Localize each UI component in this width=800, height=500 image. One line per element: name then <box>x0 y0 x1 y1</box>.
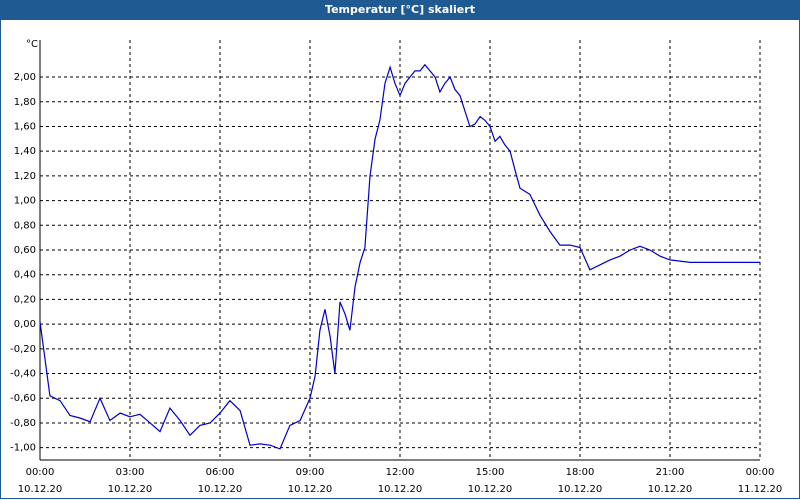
y-tick-label: -0,40 <box>10 369 36 380</box>
temperature-chart: -1,00 -0,80 -0,60 -0,40 -0,20 0,00 0,20 0,40 0,6… <box>10 39 783 495</box>
x-tick-date: 10.12.20 <box>108 484 153 495</box>
y-tick-label: 0,20 <box>14 294 36 305</box>
x-tick-date: 10.12.20 <box>648 484 693 495</box>
y-tick-label: 2,00 <box>14 72 36 83</box>
x-tick-date: 10.12.20 <box>468 484 513 495</box>
y-axis: -1,00 -0,80 -0,60 -0,40 -0,20 0,00 0,20 0,40 0,6… <box>10 40 41 460</box>
x-tick-time: 18:00 <box>566 467 595 478</box>
y-tick-label: -0,20 <box>10 344 36 355</box>
y-tick-label: 1,80 <box>14 97 36 108</box>
y-tick-label: 0,80 <box>14 220 36 231</box>
x-tick-date: 10.12.20 <box>18 484 63 495</box>
x-tick-time: 12:00 <box>386 467 415 478</box>
x-tick-date: 11.12.20 <box>738 484 783 495</box>
y-tick-label: 1,40 <box>14 146 36 157</box>
y-tick-label: 0,40 <box>14 270 36 281</box>
x-tick-time: 06:00 <box>206 467 235 478</box>
y-tick-label: 1,00 <box>14 196 36 207</box>
y-tick-label: 1,20 <box>14 171 36 182</box>
y-tick-label: -1,00 <box>10 443 36 454</box>
y-tick-label: 0,60 <box>14 245 36 256</box>
x-tick-date: 10.12.20 <box>378 484 423 495</box>
y-tick-label: -0,80 <box>10 418 36 429</box>
x-tick-date: 10.12.20 <box>198 484 243 495</box>
x-tick-time: 00:00 <box>746 467 775 478</box>
y-tick-label: -0,60 <box>10 393 36 404</box>
y-tick-label: 0,00 <box>14 319 36 330</box>
x-tick-time: 09:00 <box>296 467 325 478</box>
x-tick-date: 10.12.20 <box>558 484 603 495</box>
y-tick-label: 1,60 <box>14 121 36 132</box>
y-axis-label: °C <box>26 39 38 50</box>
x-tick-time: 21:00 <box>656 467 685 478</box>
grid-lines <box>39 40 761 460</box>
x-axis: 00:00 10.12.20 03:00 10.12.20 06:00 10.12.20 0… <box>18 459 783 495</box>
x-tick-date: 10.12.20 <box>288 484 333 495</box>
x-tick-time: 00:00 <box>26 467 55 478</box>
x-tick-time: 03:00 <box>116 467 145 478</box>
x-tick-time: 15:00 <box>476 467 505 478</box>
